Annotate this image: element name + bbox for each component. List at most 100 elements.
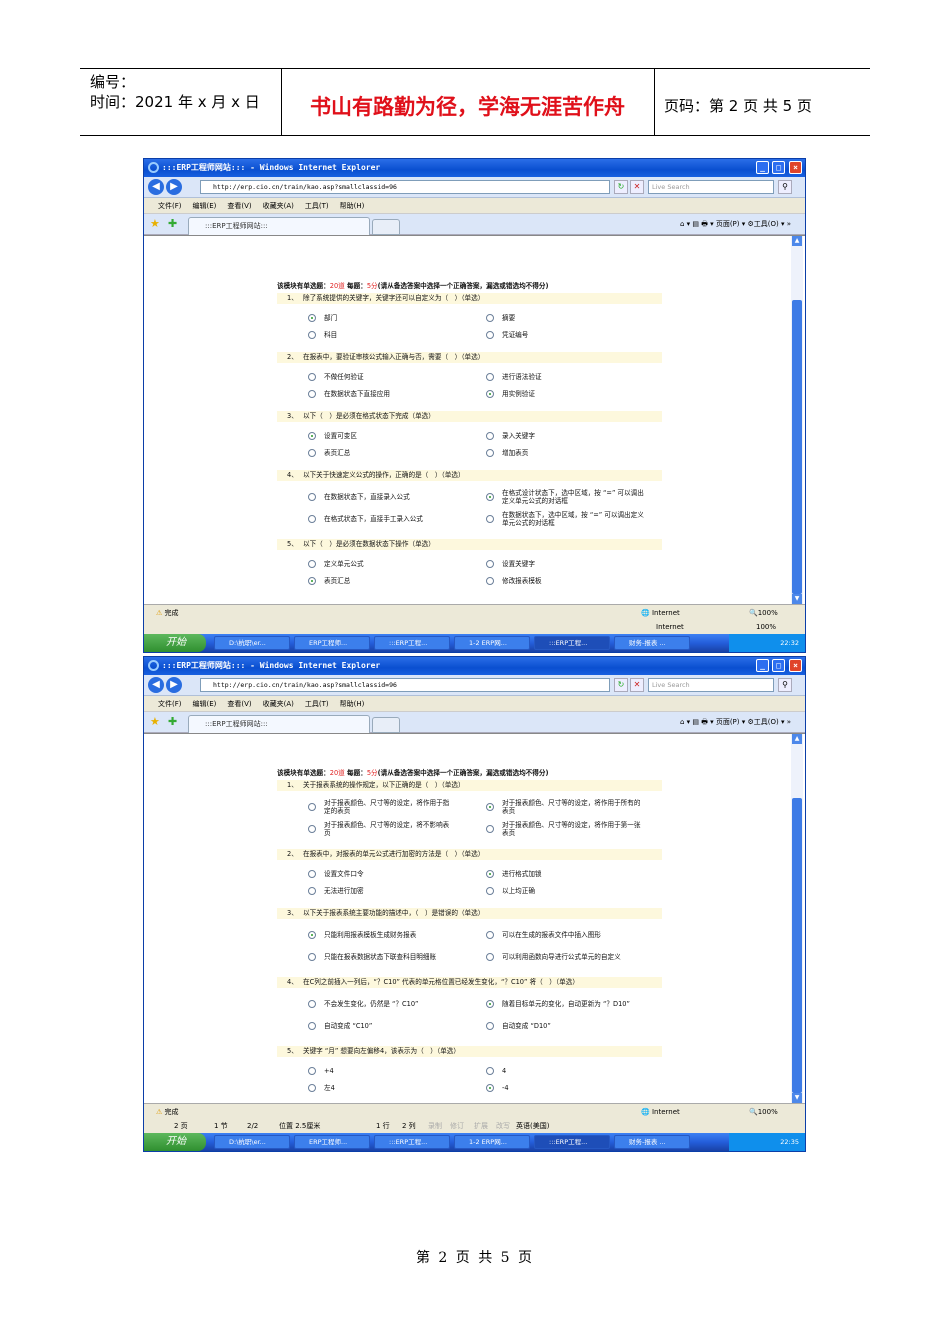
refresh-icon[interactable]: ↻ [614,678,628,692]
radio-button[interactable] [486,886,494,895]
radio-button[interactable] [308,1066,316,1075]
answer-option[interactable]: 部门 [277,313,455,322]
answer-option[interactable]: 只能利用报表模板生成财务报表 [277,931,455,939]
tools-menu[interactable]: 工具(O) [754,718,779,726]
answer-option[interactable]: 定义单元公式 [277,559,455,568]
answer-option[interactable]: 设置可变区 [277,431,455,440]
scroll-up-arrow[interactable]: ▲ [792,236,802,246]
menu-item[interactable]: 查看(V) [227,700,251,708]
menu-item[interactable]: 收藏夹(A) [263,700,294,708]
add-favorite-icon[interactable]: ✚ [168,217,177,230]
radio-button[interactable] [308,330,316,339]
forward-button[interactable]: ▶ [166,677,182,693]
menu-item[interactable]: 工具(T) [305,202,329,210]
word-status-item[interactable]: 扩展 [474,1119,488,1133]
answer-option[interactable]: 进行格式加锁 [455,869,645,878]
radio-button[interactable] [308,953,316,961]
answer-option[interactable]: 自动变成 “D10” [455,1022,645,1030]
radio-button[interactable] [308,886,316,895]
answer-option[interactable]: 左4 [277,1083,455,1092]
answer-option[interactable]: 以上均正确 [455,886,645,895]
menu-item[interactable]: 工具(T) [305,700,329,708]
search-icon[interactable]: ⚲ [778,180,792,194]
minimize-button[interactable]: _ [756,659,769,672]
word-status-item[interactable]: 修订 [450,1119,464,1133]
taskbar-item[interactable]: D:\杭职\er... [214,636,290,650]
radio-button[interactable] [486,931,494,939]
radio-button[interactable] [486,389,494,398]
answer-option[interactable]: 设置文件口令 [277,869,455,878]
close-button[interactable]: × [789,161,802,174]
answer-option[interactable]: 在数据状态下直接应用 [277,389,455,398]
radio-button[interactable] [486,1066,494,1075]
home-icon[interactable]: ⌂ ▾ ▤ 🖶 ▾ [680,220,716,228]
answer-option[interactable]: 对于报表颜色、尺寸等的设定，将作用于所有的表页 [455,799,645,815]
vertical-scrollbar[interactable]: ▲ ▼ [791,236,803,604]
menu-item[interactable]: 帮助(H) [340,700,365,708]
radio-button[interactable] [308,1000,316,1008]
taskbar-item[interactable]: :::ERP工程... [374,1135,450,1149]
back-button[interactable]: ◀ [148,179,164,195]
new-tab-button[interactable] [372,219,400,235]
taskbar-item[interactable]: D:\杭职\er... [214,1135,290,1149]
start-button[interactable]: 开始 [144,634,206,652]
answer-option[interactable]: 随着目标单元的变化，自动更新为 “？D10” [455,1000,645,1008]
radio-button[interactable] [486,493,494,501]
answer-option[interactable]: 可以利用函数向导进行公式单元的自定义 [455,953,645,961]
radio-button[interactable] [486,372,494,381]
radio-button[interactable] [486,448,494,457]
taskbar-item[interactable]: 1-2 ERP网... [454,1135,530,1149]
answer-option[interactable]: 在格式设计状态下，选中区域，按 “=” 可以调出定义单元公式的对话框 [455,489,645,505]
scroll-down-arrow[interactable]: ▼ [792,594,802,604]
answer-option[interactable]: 进行语法验证 [455,372,645,381]
radio-button[interactable] [308,825,316,833]
answer-option[interactable]: 在数据状态下，选中区域，按 “=” 可以调出定义单元公式的对话框 [455,511,645,527]
answer-option[interactable]: 录入关键字 [455,431,645,440]
radio-button[interactable] [486,953,494,961]
start-button[interactable]: 开始 [144,1133,206,1151]
search-input[interactable]: Live Search [648,180,774,194]
radio-button[interactable] [308,515,316,523]
radio-button[interactable] [308,803,316,811]
new-tab-button[interactable] [372,717,400,733]
back-button[interactable]: ◀ [148,677,164,693]
menu-item[interactable]: 文件(F) [158,202,182,210]
radio-button[interactable] [486,1022,494,1030]
answer-option[interactable]: 修改报表模板 [455,576,645,585]
page-menu[interactable]: 页面(P) [716,220,740,228]
radio-button[interactable] [486,559,494,568]
answer-option[interactable]: 在格式状态下，直接手工录入公式 [277,515,455,523]
answer-option[interactable]: 表页汇总 [277,448,455,457]
answer-option[interactable]: 对于报表颜色、尺寸等的设定，将作用于指定的表页 [277,799,455,815]
answer-option[interactable]: -4 [455,1083,645,1092]
radio-button[interactable] [308,931,316,939]
taskbar-item[interactable]: :::ERP工程... [534,636,610,650]
radio-button[interactable] [308,1022,316,1030]
refresh-icon[interactable]: ↻ [614,180,628,194]
radio-button[interactable] [308,559,316,568]
menu-item[interactable]: 帮助(H) [340,202,365,210]
tab-erp[interactable]: :::ERP工程师网站::: [188,217,370,235]
radio-button[interactable] [486,869,494,878]
maximize-button[interactable]: □ [772,161,785,174]
taskbar-item[interactable]: 财务-报表 ... [614,636,690,650]
search-icon[interactable]: ⚲ [778,678,792,692]
menu-item[interactable]: 编辑(E) [193,700,217,708]
taskbar-item[interactable]: ERP工程师... [294,636,370,650]
favorites-star-icon[interactable]: ★ [150,715,160,728]
answer-option[interactable]: 不会发生变化，仍然是 “？C10” [277,1000,455,1008]
menu-item[interactable]: 查看(V) [227,202,251,210]
page-menu[interactable]: 页面(P) [716,718,740,726]
answer-option[interactable]: 无法进行加密 [277,886,455,895]
scroll-thumb[interactable] [792,300,802,594]
radio-button[interactable] [486,825,494,833]
zoom-level[interactable]: 🔍100% [749,1104,778,1120]
radio-button[interactable] [308,372,316,381]
radio-button[interactable] [486,515,494,523]
answer-option[interactable]: 摘要 [455,313,645,322]
answer-option[interactable]: 4 [455,1066,645,1075]
taskbar-item[interactable]: :::ERP工程... [534,1135,610,1149]
answer-option[interactable]: 凭证编号 [455,330,645,339]
scroll-thumb[interactable] [792,798,802,1093]
radio-button[interactable] [486,803,494,811]
